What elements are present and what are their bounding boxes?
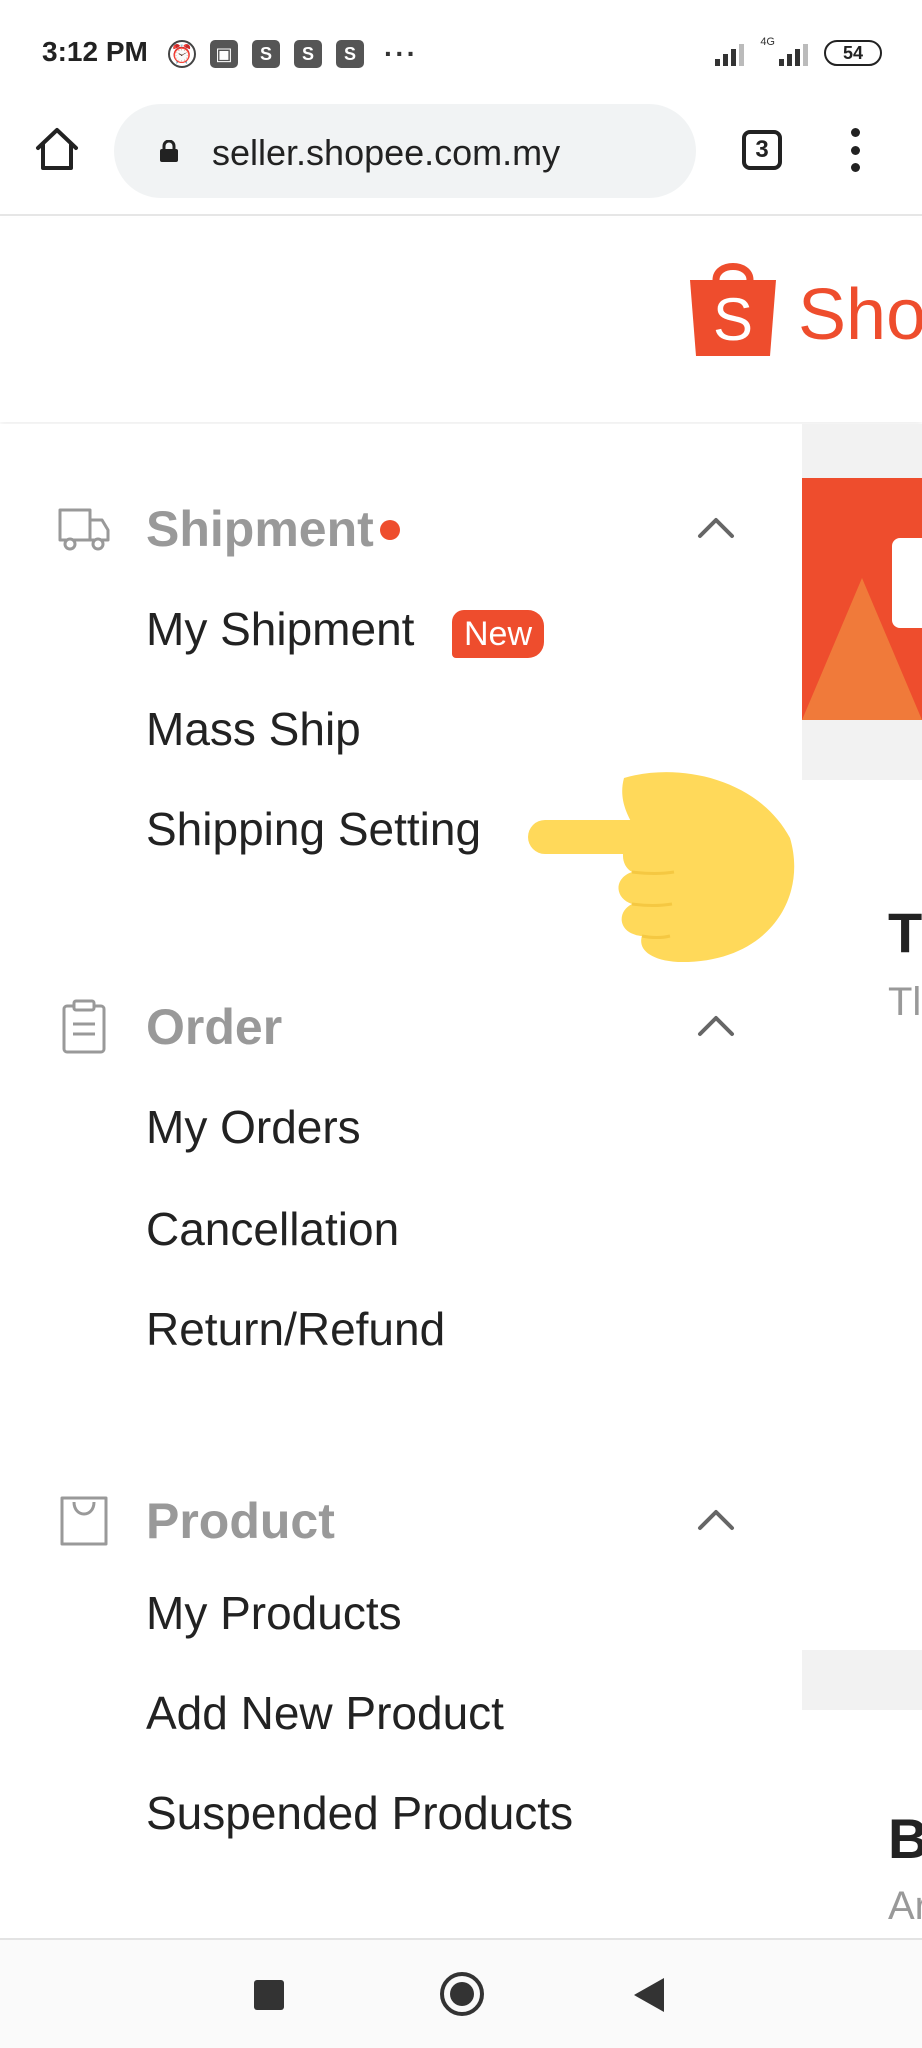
truck-icon [58,508,110,551]
more-notifications-icon: ··· [384,38,418,69]
main-content: T Tl B Ar [802,424,922,1938]
recents-button[interactable] [254,1980,284,2010]
home-button[interactable] [440,1972,484,2016]
tab-switcher-button[interactable]: 3 [742,130,782,170]
signal-icon [715,42,745,66]
sidebar-item-my-products[interactable]: My Products [146,1586,402,1640]
chevron-up-icon[interactable] [694,1004,738,1048]
card-title: B [888,1807,922,1870]
chevron-up-icon[interactable] [694,506,738,550]
content-card: B Ar [802,1710,922,1938]
shopee-notification-icon: S [294,40,322,68]
shopee-notification-icon: S [252,40,280,68]
address-bar[interactable]: seller.shopee.com.my [114,104,696,198]
clipboard-icon [62,999,106,1054]
notification-dot [380,520,400,540]
sidebar-item-shipping-setting[interactable]: Shipping Setting [146,802,481,856]
shopee-notification-icon: S [336,40,364,68]
sidebar-item-suspended-products[interactable]: Suspended Products [146,1786,573,1840]
network-type: 4G [760,36,775,48]
sidebar-group-title: Product [146,1493,335,1549]
page-header: S Sho [0,218,922,422]
battery-icon: 54 [824,40,882,66]
logo-wordmark[interactable]: Sho [798,274,922,356]
notification-icons: ⏰ ▣ S S S ··· [168,38,418,70]
alarm-icon: ⏰ [168,40,196,68]
card-title: T [888,901,922,964]
signal-icon [779,42,808,66]
sidebar-item-my-orders[interactable]: My Orders [146,1100,361,1154]
sidebar-group-header-shipment[interactable]: Shipment [0,492,802,562]
home-icon[interactable] [34,126,80,172]
overflow-menu-icon[interactable] [848,128,862,172]
sidebar-item-cancellation[interactable]: Cancellation [146,1202,399,1256]
back-button[interactable] [634,1978,664,2012]
picture-icon: ▣ [210,40,238,68]
sidebar-item-mass-ship[interactable]: Mass Ship [146,702,361,756]
sidebar-item-add-new-product[interactable]: Add New Product [146,1686,504,1740]
status-bar: 3:12 PM ⏰ ▣ S S S ··· 4G 54 [0,0,922,100]
pointing-hand-icon [528,772,795,963]
chevron-up-icon[interactable] [694,1498,738,1542]
sidebar-item-return-refund[interactable]: Return/Refund [146,1302,445,1356]
sidebar-group-header-product[interactable]: Product [0,1484,802,1554]
browser-toolbar: seller.shopee.com.my 3 [0,100,922,216]
shopee-logo-icon[interactable]: S [686,254,780,360]
sidebar-group-header-order[interactable]: Order [0,990,802,1060]
logo-letter: S [713,286,753,353]
sidebar-group-title: Order [146,999,283,1055]
content-card: T Tl [802,780,922,1650]
promo-banner[interactable] [802,478,922,720]
sidebar-group-title: Shipment [146,501,374,557]
lock-icon [160,140,178,162]
system-indicators: 4G 54 [715,36,882,66]
card-subtitle: Tl [888,980,922,1024]
url-text: seller.shopee.com.my [212,132,561,173]
card-subtitle: Ar [888,1884,922,1928]
shopping-bag-icon [60,1496,108,1546]
sidebar-item-my-shipment[interactable]: My Shipment [146,602,414,656]
new-badge: New [452,610,545,658]
status-time: 3:12 PM [42,36,148,67]
sidebar: Shipment My Shipment New Mass Ship Shipp… [0,424,802,1938]
system-navigation-bar [0,1938,922,2048]
